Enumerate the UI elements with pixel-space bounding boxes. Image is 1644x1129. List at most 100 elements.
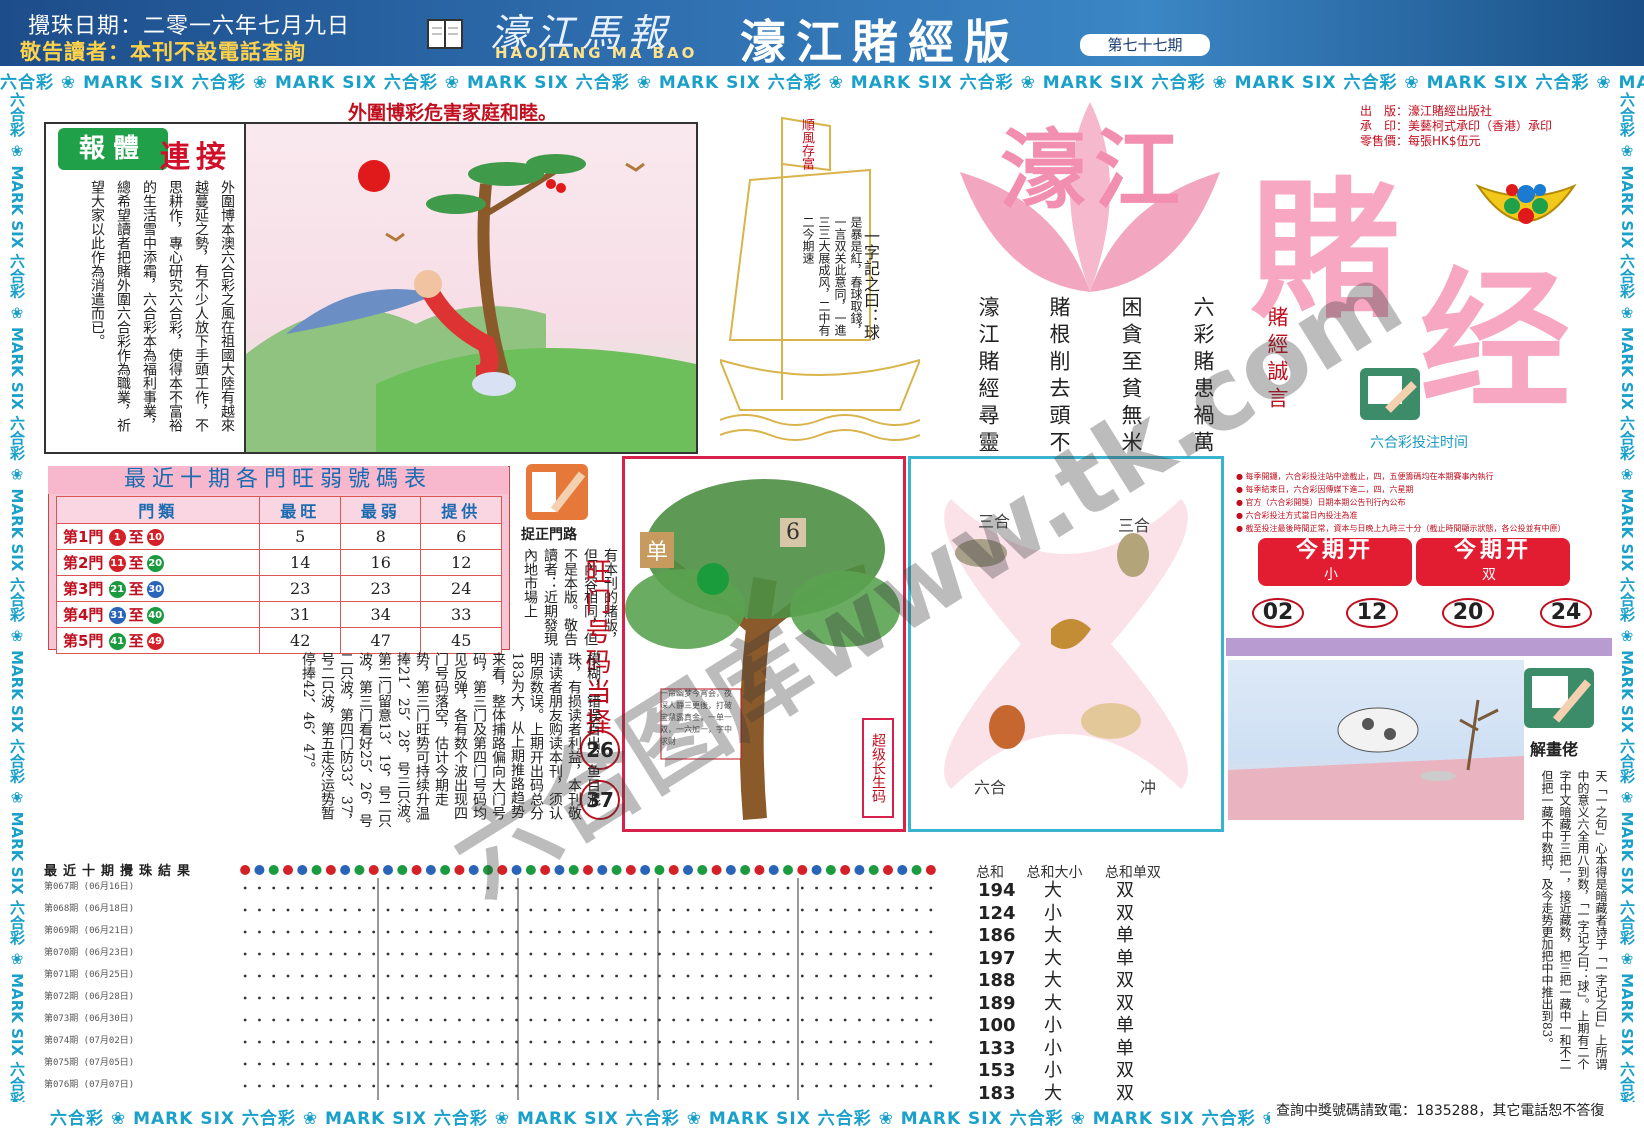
count-table-title: 最近十期各門旺弱號碼表 — [48, 466, 508, 494]
grid-dot — [543, 996, 547, 1000]
grid-dot — [800, 974, 804, 978]
grid-dot — [443, 1018, 447, 1022]
grid-dot — [329, 1018, 333, 1022]
grid-dot — [429, 1040, 433, 1044]
grid-dot — [315, 1018, 318, 1022]
number-ball: 41 — [108, 633, 126, 650]
table-cell: 31 — [259, 601, 341, 628]
big-title-jing: 经 — [1420, 253, 1571, 429]
sum-total: 183 — [978, 1082, 1016, 1104]
betting-note: ● 每季結束日，六合彩因傳媒下進二，四，六星期 — [1236, 485, 1414, 494]
grid-dot — [843, 996, 847, 1000]
grid-dot — [658, 1018, 661, 1022]
grid-dot — [443, 952, 447, 956]
grid-dot — [415, 1040, 418, 1044]
column-header: 提供 — [420, 496, 502, 524]
grid-dot — [843, 1018, 847, 1022]
grid-dot — [472, 952, 476, 956]
grid-dot — [329, 908, 333, 912]
grid-dot — [472, 1062, 476, 1066]
issue-number: 第七十七期 — [1080, 34, 1210, 56]
grid-dot — [758, 952, 761, 956]
grid-dot — [772, 886, 776, 890]
grid-dot — [258, 974, 261, 978]
number-ball: 49 — [146, 633, 164, 650]
grid-dot — [558, 1084, 561, 1088]
grid-dot — [700, 952, 704, 956]
grid-dot — [372, 1040, 376, 1044]
grid-dot — [400, 1018, 404, 1022]
grid-dot — [515, 996, 518, 1000]
grid-dot — [672, 996, 676, 1000]
header-ball — [683, 865, 693, 875]
table-cell: 24 — [420, 575, 502, 602]
grid-dot — [515, 1040, 518, 1044]
grid-dot — [358, 1018, 361, 1022]
grid-dot — [672, 886, 676, 890]
table-cell: 34 — [339, 601, 422, 628]
grid-dot — [786, 974, 790, 978]
grid-dot — [572, 930, 576, 934]
column-header: 門類 — [55, 496, 261, 524]
grid-dot — [886, 974, 890, 978]
result-row: 第076期 (07月07日) — [44, 1080, 135, 1090]
issue-size-value: 小 — [1324, 567, 1346, 583]
grid-dot — [915, 1018, 918, 1022]
grid-dot — [758, 930, 761, 934]
grid-dot — [686, 974, 690, 978]
result-row: 第067期 (06月16日) — [44, 882, 135, 892]
header-ball — [597, 865, 608, 875]
grid-dot — [443, 996, 447, 1000]
sum-row: 124 小 双 — [978, 903, 1134, 926]
grid-dot — [743, 1062, 747, 1066]
grid-dot — [386, 886, 390, 890]
grid-dot — [272, 996, 276, 1000]
grid-dot — [643, 952, 647, 956]
grid-dot — [915, 1062, 918, 1066]
grid-dot — [429, 930, 433, 934]
grid-dot — [900, 1018, 904, 1022]
grid-dot — [543, 1062, 547, 1066]
grid-dot — [529, 930, 533, 934]
header-ball — [668, 865, 679, 875]
grid-dot — [458, 974, 461, 978]
grid-dot — [686, 908, 690, 912]
grid-dot — [829, 1062, 833, 1066]
sum-size: 大 — [1044, 880, 1062, 901]
number-ball: 31 — [108, 607, 126, 624]
proverb-body: 是暴是紅，春球取錢，一言双关此意同，一進三三大展成风，二中有二今期速 — [801, 216, 863, 336]
table-cell: 33 — [420, 601, 502, 628]
interpreter-label: 解畫佬 — [1530, 740, 1579, 759]
sum-headers: 总和 总和大小 总和单双 — [976, 862, 1179, 882]
grid-dot — [658, 952, 661, 956]
header-ball — [654, 865, 665, 875]
grid-dot — [429, 974, 433, 978]
grid-dot — [786, 952, 790, 956]
header-ball — [625, 865, 636, 875]
grid-dot — [386, 930, 390, 934]
grid-dot — [300, 886, 304, 890]
publisher-line: 出 版：濠江賭經出版社 — [1360, 104, 1493, 118]
grid-dot — [615, 1018, 618, 1022]
grid-dot — [772, 1062, 776, 1066]
header-ball — [868, 865, 879, 875]
grid-dot — [500, 1062, 504, 1066]
grid-dot — [700, 1084, 704, 1088]
grid-dot — [629, 996, 633, 1000]
grid-dot — [743, 1040, 747, 1044]
grid-dot — [858, 1062, 861, 1066]
grid-dot — [543, 952, 547, 956]
header-ball — [254, 865, 265, 875]
betting-note: ● 截至投注最後時間正常，資本与日晚上九時三十分（截止時間顯示狀態，各公投並有中… — [1236, 524, 1566, 533]
grid-dot — [815, 886, 818, 890]
link-label: 連接 — [160, 140, 232, 175]
inquiry-line: 查詢中獎號碼請致電：1835288，其它電話恕不答復 — [1276, 1103, 1605, 1119]
number-ball: 11 — [108, 555, 126, 572]
grid-dot — [543, 908, 547, 912]
grid-dot — [472, 974, 476, 978]
table-cell: 12 — [420, 549, 502, 576]
grid-dot — [400, 908, 404, 912]
grid-dot — [786, 886, 790, 890]
grid-dot — [315, 996, 318, 1000]
grid-dot — [829, 1040, 833, 1044]
